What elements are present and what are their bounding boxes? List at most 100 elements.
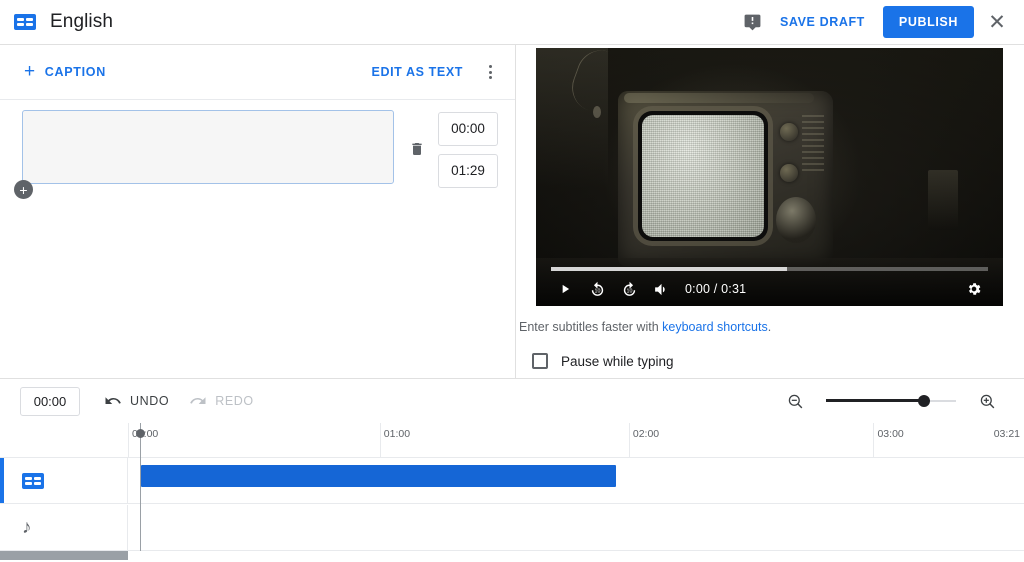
tv-control-panel <box>776 109 826 249</box>
timeline-horizontal-scrollbar[interactable] <box>0 551 1024 562</box>
redo-icon <box>189 392 207 410</box>
kebab-dot <box>489 76 492 79</box>
undo-icon <box>104 392 122 410</box>
video-preview-panel: 10 10 0:00 / 0:31 <box>517 45 1024 378</box>
playhead-handle[interactable] <box>136 429 145 438</box>
replay-10-icon: 10 <box>589 281 606 298</box>
tv-bezel <box>638 111 768 241</box>
tv-knob <box>780 164 798 182</box>
hint-text-before: Enter subtitles faster with <box>519 320 662 334</box>
track-header-audio: ♪ <box>0 505 128 550</box>
trash-icon <box>409 141 425 157</box>
top-bar: English SAVE DRAFT PUBLISH ✕ <box>0 0 1024 45</box>
tv-antenna-knob <box>593 106 601 118</box>
redo-button[interactable]: REDO <box>183 386 260 416</box>
track-header-subtitles <box>0 458 128 503</box>
top-bar-actions: SAVE DRAFT PUBLISH ✕ <box>736 5 1024 39</box>
save-draft-button[interactable]: SAVE DRAFT <box>770 6 875 38</box>
publish-button[interactable]: PUBLISH <box>883 6 974 38</box>
zoom-in-button[interactable] <box>970 384 1004 418</box>
cue-end-time-input[interactable]: 01:29 <box>438 154 498 188</box>
close-button[interactable]: ✕ <box>980 5 1014 39</box>
background-object <box>928 170 958 230</box>
track-selected-indicator <box>0 458 4 503</box>
redo-label: REDO <box>215 394 254 408</box>
zoom-in-icon <box>978 392 997 411</box>
ruler-tick-label: 01:00 <box>384 428 410 440</box>
hint-text-after: . <box>768 320 771 334</box>
scrollbar-thumb[interactable] <box>0 551 128 560</box>
video-settings-button[interactable] <box>958 274 990 304</box>
gear-icon <box>966 281 982 297</box>
caption-text-input[interactable] <box>22 110 394 184</box>
svg-text:10: 10 <box>594 288 600 294</box>
zoom-slider-fill <box>826 399 924 402</box>
ruler-end-label: 03:21 <box>994 428 1020 440</box>
video-player[interactable]: 10 10 0:00 / 0:31 <box>536 48 1003 306</box>
edit-as-text-button[interactable]: EDIT AS TEXT <box>362 56 473 88</box>
subtitle-editor-app: English SAVE DRAFT PUBLISH ✕ + CAPTION E… <box>0 0 1024 562</box>
keyboard-shortcuts-hint: Enter subtitles faster with keyboard sho… <box>519 320 771 334</box>
zoom-slider-thumb[interactable] <box>918 395 930 407</box>
caption-cue-row: + 00:00 01:29 <box>0 100 515 206</box>
music-note-icon: ♪ <box>22 518 32 537</box>
play-button[interactable] <box>549 274 581 304</box>
timeline-zoom-controls <box>778 384 1004 418</box>
track-lane-subtitles[interactable] <box>128 458 1024 503</box>
cue-start-time-input[interactable]: 00:00 <box>438 112 498 146</box>
close-icon: ✕ <box>988 12 1006 33</box>
plus-icon: + <box>24 62 36 81</box>
kebab-dot <box>489 65 492 68</box>
forward-10-button[interactable]: 10 <box>613 274 645 304</box>
volume-icon <box>653 281 670 298</box>
timeline-playhead[interactable] <box>140 423 141 562</box>
rewind-10-button[interactable]: 10 <box>581 274 613 304</box>
add-cue-button[interactable]: + <box>14 180 33 199</box>
undo-label: UNDO <box>130 394 169 408</box>
keyboard-shortcuts-link[interactable]: keyboard shortcuts <box>662 320 768 334</box>
ruler-tick: 00:00 <box>128 423 129 457</box>
more-options-button[interactable] <box>477 59 503 85</box>
caption-toolbar: + CAPTION EDIT AS TEXT <box>0 45 515 100</box>
ruler-tick-label: 02:00 <box>633 428 659 440</box>
ruler-tick: 02:00 <box>629 423 630 457</box>
cue-time-fields: 00:00 01:29 <box>438 112 498 188</box>
zoom-out-button[interactable] <box>778 384 812 418</box>
add-caption-button[interactable]: + CAPTION <box>22 57 108 88</box>
kebab-dot <box>489 71 492 74</box>
feedback-button[interactable] <box>736 5 770 39</box>
pause-while-typing-checkbox[interactable] <box>532 353 548 369</box>
tv-knob <box>780 123 798 141</box>
timeline-track-subtitles[interactable] <box>0 458 1024 504</box>
ruler-tick: 03:00 <box>873 423 874 457</box>
play-icon <box>558 282 572 296</box>
video-buffer-bar <box>551 267 787 271</box>
forward-10-icon: 10 <box>621 281 638 298</box>
volume-button[interactable] <box>645 274 677 304</box>
feedback-icon <box>743 13 762 32</box>
undo-button[interactable]: UNDO <box>98 386 175 416</box>
timeline-track-audio[interactable]: ♪ <box>0 505 1024 551</box>
caption-toolbar-right: EDIT AS TEXT <box>362 56 503 88</box>
timeline-current-time-input[interactable]: 00:00 <box>20 387 80 416</box>
page-title: English <box>50 11 113 33</box>
caption-editor-panel: + CAPTION EDIT AS TEXT + 00:00 <box>0 45 516 378</box>
track-lane-audio[interactable] <box>128 505 1024 550</box>
subtitle-clip-bar[interactable] <box>141 465 617 487</box>
ruler-tick: 01:00 <box>380 423 381 457</box>
closed-caption-icon <box>14 14 36 30</box>
delete-cue-button[interactable] <box>402 134 432 164</box>
timeline-ruler-lane: 03:21 00:00 01:00 02:00 03:00 <box>128 423 1024 457</box>
tv-top-edge <box>624 93 814 103</box>
tv-speaker-grille <box>802 115 824 175</box>
timeline-toolbar: 00:00 UNDO REDO <box>0 379 1024 423</box>
video-time-display: 0:00 / 0:31 <box>685 282 746 296</box>
timeline-ruler[interactable]: 03:21 00:00 01:00 02:00 03:00 <box>0 423 1024 458</box>
closed-caption-icon <box>22 473 44 489</box>
timeline-zoom-slider[interactable] <box>826 393 956 409</box>
pause-while-typing-label[interactable]: Pause while typing <box>561 354 674 369</box>
video-progress-bar[interactable] <box>551 267 988 271</box>
top-bar-left: English <box>0 11 113 33</box>
tv-tuning-dial <box>776 197 816 243</box>
video-controls: 10 10 0:00 / 0:31 <box>536 272 1003 306</box>
